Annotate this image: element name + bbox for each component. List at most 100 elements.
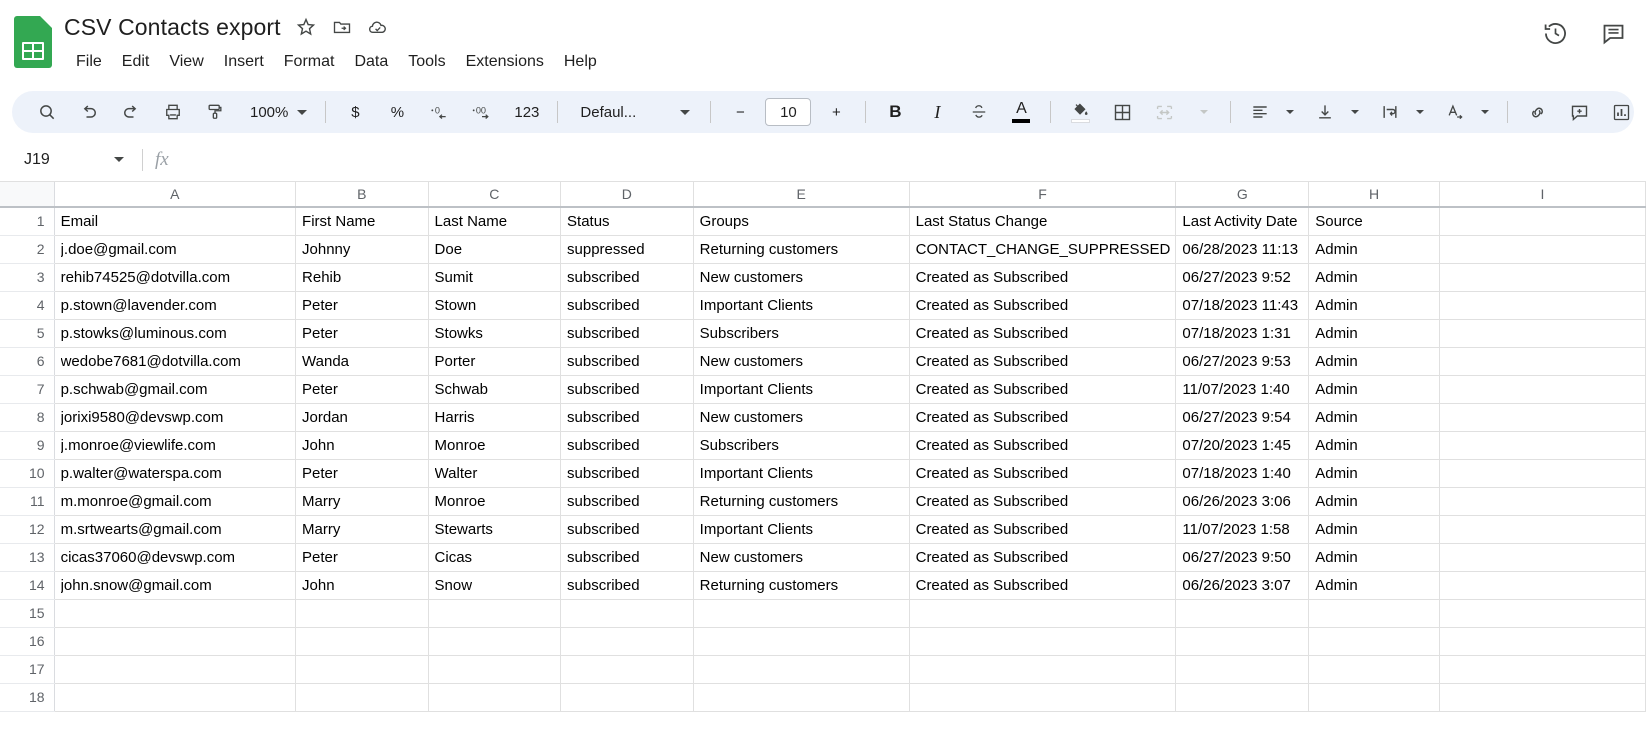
cell-C11[interactable]: Monroe: [428, 487, 562, 516]
cell-D18[interactable]: [560, 683, 694, 712]
cell-F11[interactable]: Created as Subscribed: [909, 487, 1177, 516]
cell-I18[interactable]: [1439, 683, 1646, 712]
strikethrough-icon[interactable]: [963, 96, 995, 128]
cell-H16[interactable]: [1308, 627, 1440, 656]
cell-D3[interactable]: subscribed: [560, 263, 694, 292]
cell-C18[interactable]: [428, 683, 562, 712]
cell-D13[interactable]: subscribed: [560, 543, 694, 572]
cell-E10[interactable]: Important Clients: [693, 459, 910, 488]
cell-C1[interactable]: Last Name: [428, 207, 562, 236]
decrease-font-size-button[interactable]: −: [724, 96, 756, 128]
star-icon[interactable]: [295, 16, 317, 38]
cell-I3[interactable]: [1439, 263, 1646, 292]
row-header-2[interactable]: 2: [0, 235, 55, 264]
cell-A15[interactable]: [54, 599, 297, 628]
cell-G4[interactable]: 07/18/2023 11:43: [1175, 291, 1310, 320]
cell-C13[interactable]: Cicas: [428, 543, 562, 572]
cell-G17[interactable]: [1175, 655, 1310, 684]
cell-C9[interactable]: Monroe: [428, 431, 562, 460]
cell-H3[interactable]: Admin: [1308, 263, 1440, 292]
font-size-input[interactable]: 10: [765, 98, 812, 126]
cell-G18[interactable]: [1175, 683, 1310, 712]
cell-E8[interactable]: New customers: [693, 403, 910, 432]
search-icon[interactable]: [31, 96, 63, 128]
cell-H11[interactable]: Admin: [1308, 487, 1440, 516]
cell-D12[interactable]: subscribed: [560, 515, 694, 544]
cell-I5[interactable]: [1439, 319, 1646, 348]
cell-I1[interactable]: [1439, 207, 1646, 236]
cell-A18[interactable]: [54, 683, 297, 712]
cell-E1[interactable]: Groups: [693, 207, 910, 236]
cell-B5[interactable]: Peter: [295, 319, 429, 348]
cell-D9[interactable]: subscribed: [560, 431, 694, 460]
cell-C2[interactable]: Doe: [428, 235, 562, 264]
cell-D10[interactable]: subscribed: [560, 459, 694, 488]
cell-B7[interactable]: Peter: [295, 375, 429, 404]
cell-E2[interactable]: Returning customers: [693, 235, 910, 264]
cell-E17[interactable]: [693, 655, 910, 684]
cell-F6[interactable]: Created as Subscribed: [909, 347, 1177, 376]
vertical-align-dropdown[interactable]: [1341, 96, 1364, 128]
menu-tools[interactable]: Tools: [398, 50, 455, 74]
cell-F18[interactable]: [909, 683, 1177, 712]
vertical-align-icon[interactable]: [1309, 96, 1341, 128]
borders-icon[interactable]: [1106, 96, 1138, 128]
row-header-5[interactable]: 5: [0, 319, 55, 348]
cell-G16[interactable]: [1175, 627, 1310, 656]
cell-B16[interactable]: [295, 627, 429, 656]
cell-D8[interactable]: subscribed: [560, 403, 694, 432]
cell-H8[interactable]: Admin: [1308, 403, 1440, 432]
row-header-18[interactable]: 18: [0, 683, 55, 712]
zoom-control[interactable]: 100%: [240, 96, 313, 128]
text-color-button[interactable]: A: [1005, 96, 1037, 128]
row-header-4[interactable]: 4: [0, 291, 55, 320]
cell-F4[interactable]: Created as Subscribed: [909, 291, 1177, 320]
cell-G2[interactable]: 06/28/2023 11:13: [1175, 235, 1310, 264]
cell-D11[interactable]: subscribed: [560, 487, 694, 516]
cell-G12[interactable]: 11/07/2023 1:58: [1175, 515, 1310, 544]
cell-C7[interactable]: Schwab: [428, 375, 562, 404]
cell-G7[interactable]: 11/07/2023 1:40: [1175, 375, 1310, 404]
column-header-h[interactable]: H: [1308, 182, 1440, 208]
insert-link-icon[interactable]: [1521, 96, 1553, 128]
cell-I14[interactable]: [1439, 571, 1646, 600]
font-family-dropdown[interactable]: Defaul...: [570, 96, 698, 128]
cell-E18[interactable]: [693, 683, 910, 712]
cell-I13[interactable]: [1439, 543, 1646, 572]
cell-F12[interactable]: Created as Subscribed: [909, 515, 1177, 544]
menu-insert[interactable]: Insert: [214, 50, 274, 74]
cell-A5[interactable]: p.stowks@luminous.com: [54, 319, 297, 348]
cell-E9[interactable]: Subscribers: [693, 431, 910, 460]
cell-E11[interactable]: Returning customers: [693, 487, 910, 516]
page-title[interactable]: CSV Contacts export: [64, 14, 281, 41]
increase-font-size-button[interactable]: +: [820, 96, 852, 128]
cell-F3[interactable]: Created as Subscribed: [909, 263, 1177, 292]
cell-A11[interactable]: m.monroe@gmail.com: [54, 487, 297, 516]
row-header-1[interactable]: 1: [0, 207, 55, 236]
cell-G13[interactable]: 06/27/2023 9:50: [1175, 543, 1310, 572]
cell-F13[interactable]: Created as Subscribed: [909, 543, 1177, 572]
cell-F5[interactable]: Created as Subscribed: [909, 319, 1177, 348]
cell-G9[interactable]: 07/20/2023 1:45: [1175, 431, 1310, 460]
cell-F14[interactable]: Created as Subscribed: [909, 571, 1177, 600]
cell-A6[interactable]: wedobe7681@dotvilla.com: [54, 347, 297, 376]
increase-decimal-button[interactable]: 00: [465, 96, 499, 128]
text-wrap-dropdown[interactable]: [1406, 96, 1429, 128]
row-header-8[interactable]: 8: [0, 403, 55, 432]
cell-B8[interactable]: Jordan: [295, 403, 429, 432]
row-header-10[interactable]: 10: [0, 459, 55, 488]
column-header-b[interactable]: B: [295, 182, 429, 208]
cell-H4[interactable]: Admin: [1308, 291, 1440, 320]
row-header-12[interactable]: 12: [0, 515, 55, 544]
cell-A2[interactable]: j.doe@gmail.com: [54, 235, 297, 264]
cell-B14[interactable]: John: [295, 571, 429, 600]
spreadsheet-grid[interactable]: A B C D E F G H I 1 Email First Name Last N…: [0, 182, 1646, 744]
fill-color-icon[interactable]: [1064, 96, 1096, 128]
cell-H6[interactable]: Admin: [1308, 347, 1440, 376]
currency-format-button[interactable]: $: [339, 96, 371, 128]
version-history-icon[interactable]: [1540, 18, 1570, 48]
cell-A17[interactable]: [54, 655, 297, 684]
cell-D4[interactable]: subscribed: [560, 291, 694, 320]
menu-help[interactable]: Help: [554, 50, 607, 74]
cell-G15[interactable]: [1175, 599, 1310, 628]
